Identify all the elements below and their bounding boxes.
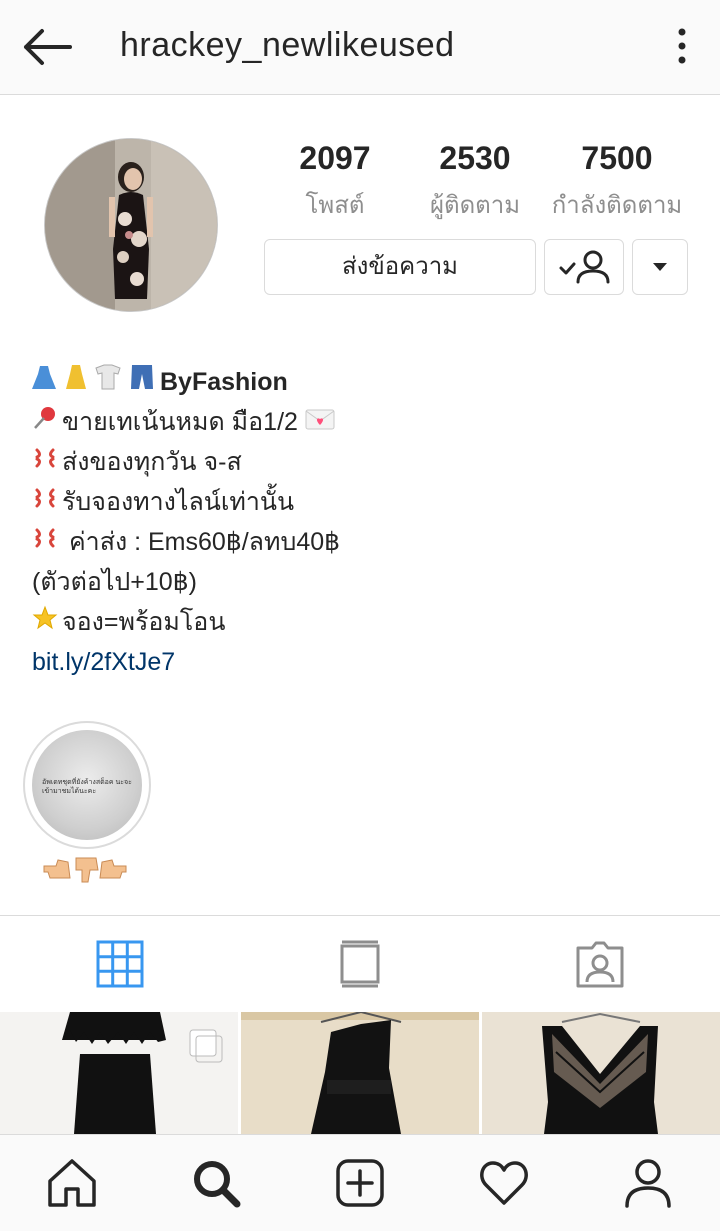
post-thumbnail[interactable] xyxy=(241,1012,479,1134)
bio-line: ค่าส่ง : Ems60฿/ลทบ40฿ xyxy=(32,522,692,562)
pushpin-emoji-icon xyxy=(32,403,58,443)
top-bar: hrackey_newlikeused xyxy=(0,0,720,95)
person-check-icon xyxy=(559,250,610,284)
bio-line: ส่งของทุกวัน จ-ส xyxy=(32,442,692,482)
profile-icon[interactable] xyxy=(622,1157,674,1209)
bio-line: (ตัวต่อไป+10฿) xyxy=(32,562,692,602)
bio-line-text: ขายเทเน้นหมด มือ1/2 xyxy=(62,408,298,436)
profile-username: hrackey_newlikeused xyxy=(120,26,455,64)
stat-posts[interactable]: 2097 โพสต์ xyxy=(260,140,410,224)
story-highlight-cover-text: อัพเดทชุดที่ยังค้างสต็อค นะจะเข้ามาชมได้… xyxy=(42,779,132,795)
bio-line-text: ส่งของทุกวัน จ-ส xyxy=(62,448,242,476)
stat-following-label: กำลังติดตาม xyxy=(551,192,683,219)
star-emoji-icon xyxy=(32,603,58,643)
profile-avatar[interactable] xyxy=(44,138,218,312)
feed-list-icon[interactable] xyxy=(334,938,386,990)
stat-posts-label: โพสต์ xyxy=(305,192,365,219)
stat-following[interactable]: 7500 กำลังติดตาม xyxy=(542,140,692,224)
profile-view-tabs xyxy=(0,916,720,1011)
post-thumbnail[interactable] xyxy=(482,1012,720,1134)
tagged-person-icon[interactable] xyxy=(574,938,626,990)
bio-link-line: bit.ly/2fXtJe7 xyxy=(32,642,692,682)
post-grid xyxy=(0,1012,720,1134)
stat-followers-label: ผู้ติดตาม xyxy=(429,192,521,219)
story-highlight[interactable]: อัพเดทชุดที่ยังค้างสต็อค นะจะเข้ามาชมได้… xyxy=(23,721,151,849)
stat-followers-count: 2530 xyxy=(439,140,511,176)
bio-line: จอง=พร้อมโอน xyxy=(32,602,692,642)
love-letter-emoji-icon xyxy=(305,403,335,443)
following-button[interactable] xyxy=(544,239,624,295)
grid-icon[interactable] xyxy=(94,938,146,990)
bio-name-line: ByFashion xyxy=(32,362,692,402)
stat-following-count: 7500 xyxy=(581,140,653,176)
more-vertical-icon[interactable] xyxy=(664,26,700,66)
anger-symbol-emoji-icon xyxy=(32,443,58,483)
bio-name: ByFashion xyxy=(160,368,288,396)
caret-down-icon xyxy=(653,263,667,271)
profile-stats: 2097 โพสต์ 2530 ผู้ติดตาม 7500 กำลังติดต… xyxy=(270,140,700,230)
add-post-icon[interactable] xyxy=(334,1157,386,1209)
story-highlight-cover: อัพเดทชุดที่ยังค้างสต็อค นะจะเข้ามาชมได้… xyxy=(32,730,142,840)
post-thumbnail[interactable] xyxy=(0,1012,238,1134)
stat-posts-count: 2097 xyxy=(299,140,371,176)
arrow-left-icon[interactable] xyxy=(20,25,74,69)
heart-icon[interactable] xyxy=(478,1157,530,1209)
pointing-hands-emoji xyxy=(40,852,130,886)
bio-line-text: (ตัวต่อไป+10฿) xyxy=(32,568,197,596)
bio-line-text: จอง=พร้อมโอน xyxy=(62,608,226,636)
bio-line: รับจองทางไลน์เท่านั้น xyxy=(32,482,692,522)
anger-symbol-emoji-icon xyxy=(32,483,58,523)
profile-dropdown-button[interactable] xyxy=(632,239,688,295)
profile-bio: ByFashion ขายเทเน้นหมด มือ1/2 ส่งของทุกว… xyxy=(32,362,692,682)
message-button[interactable]: ส่งข้อความ xyxy=(264,239,536,295)
home-icon[interactable] xyxy=(46,1157,98,1209)
bio-line-text: รับจองทางไลน์เท่านั้น xyxy=(62,488,295,516)
bio-line-text: ค่าส่ง : Ems60฿/ลทบ40฿ xyxy=(62,528,341,556)
search-icon[interactable] xyxy=(190,1157,242,1209)
bottom-navigation xyxy=(0,1134,720,1231)
bio-link[interactable]: bit.ly/2fXtJe7 xyxy=(32,648,175,676)
stat-followers[interactable]: 2530 ผู้ติดตาม xyxy=(400,140,550,224)
bio-line: ขายเทเน้นหมด มือ1/2 xyxy=(32,402,692,442)
clothing-emoji-icons xyxy=(32,362,156,404)
anger-symbol-emoji-icon xyxy=(32,523,58,563)
